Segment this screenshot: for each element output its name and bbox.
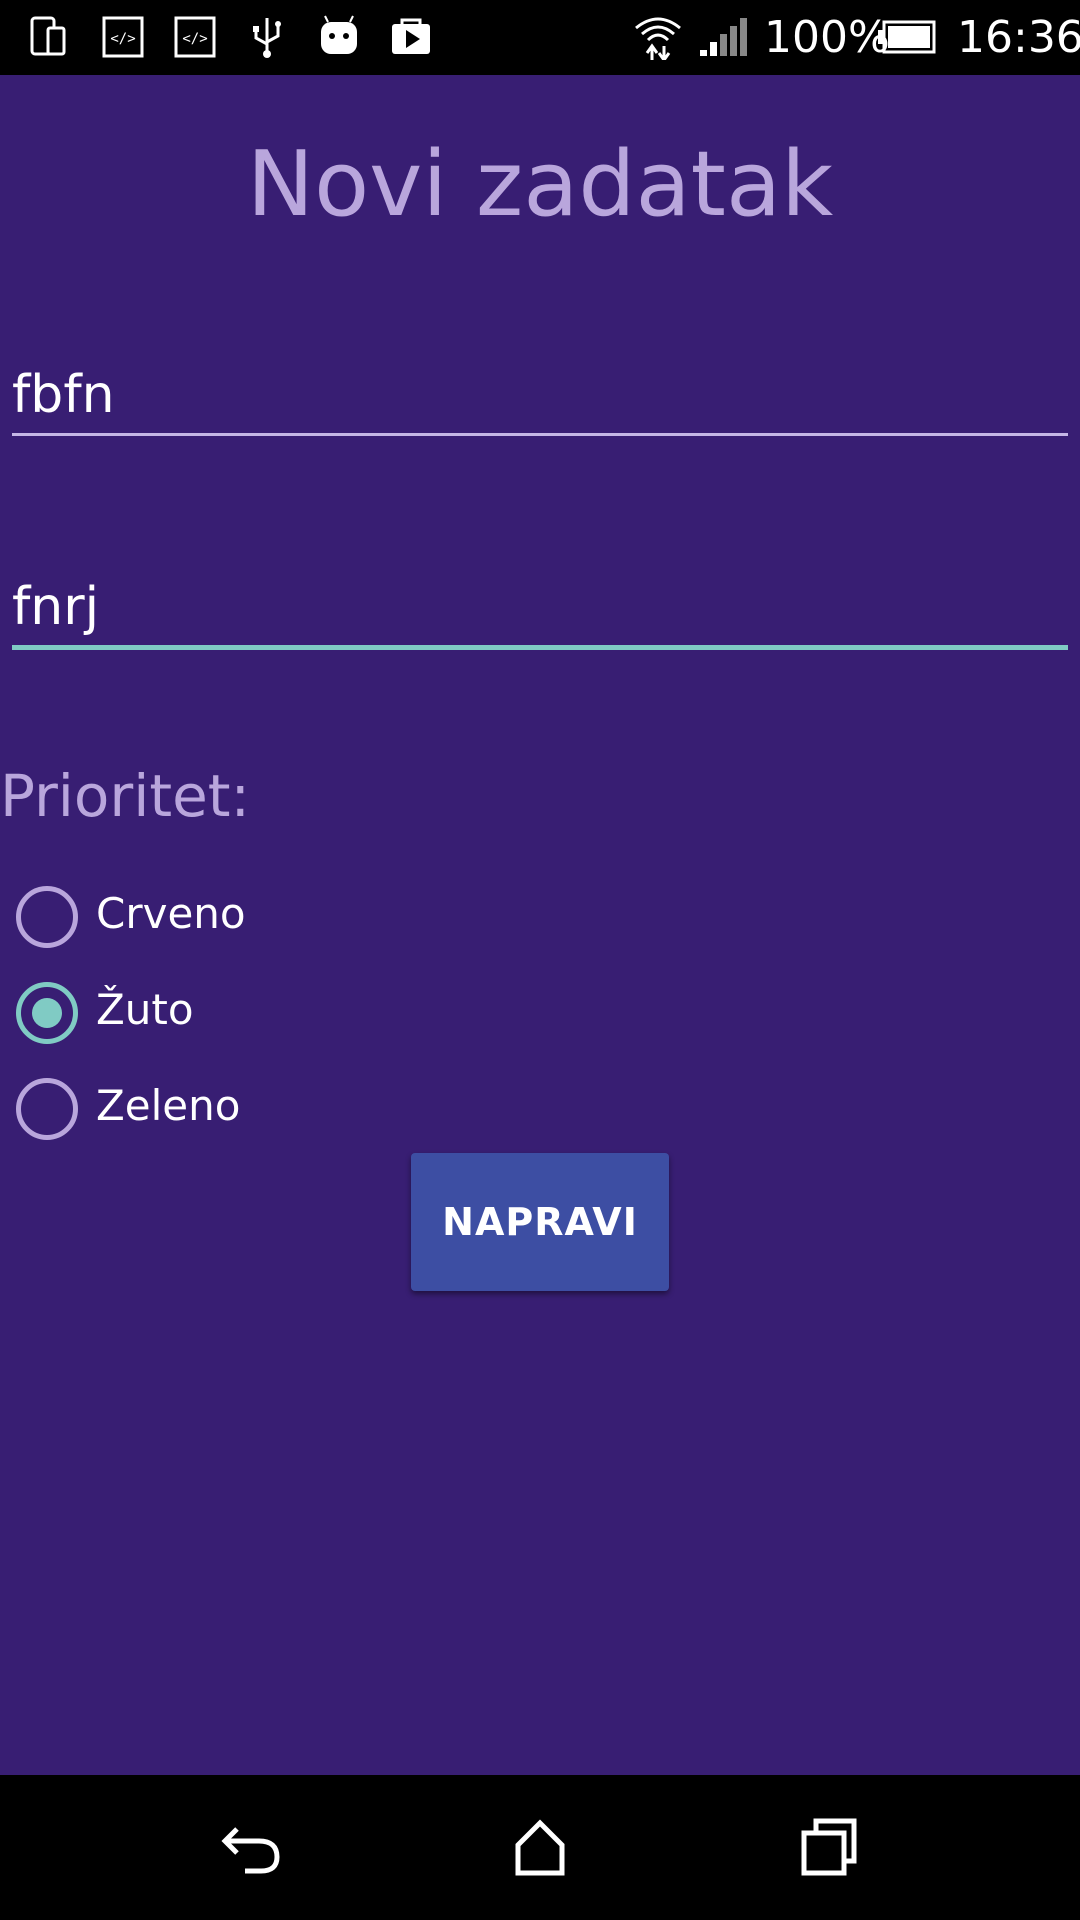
svg-text:</>: </> (110, 31, 135, 47)
code-icon: </> (174, 16, 216, 58)
play-store-icon (392, 18, 430, 54)
radio-unchecked-icon[interactable] (16, 1078, 78, 1140)
wifi-icon (635, 17, 681, 60)
recents-icon[interactable] (792, 1811, 864, 1883)
usb-icon (253, 18, 281, 58)
priority-option-red[interactable]: Crveno (16, 881, 516, 951)
battery-icon (878, 20, 936, 54)
task-name-input-value[interactable]: fbfn (12, 360, 115, 430)
navigation-bar (0, 1775, 1080, 1920)
priority-option-green[interactable]: Zeleno (16, 1073, 516, 1143)
home-icon[interactable] (504, 1811, 576, 1883)
priority-option-label[interactable]: Crveno (96, 885, 246, 943)
svg-text:</>: </> (182, 31, 207, 47)
code-icon: </> (102, 16, 144, 58)
screen: </> </> 100% 16:36 Novi zadatak fbfn fnr… (0, 0, 1080, 1920)
back-icon[interactable] (217, 1811, 289, 1883)
radio-unchecked-icon[interactable] (16, 886, 78, 948)
task-description-field[interactable]: fnrj (12, 572, 1068, 652)
android-icon (321, 15, 357, 54)
task-name-underline (12, 433, 1068, 436)
radio-checked-icon[interactable] (16, 982, 78, 1044)
task-description-input-value[interactable]: fnrj (12, 572, 99, 642)
signal-icon (700, 18, 747, 56)
new-task-screen: Novi zadatak fbfn fnrj Prioritet: Crveno… (0, 75, 1080, 1775)
priority-option-label[interactable]: Zeleno (96, 1077, 240, 1135)
battery-percent: 100% (764, 12, 890, 63)
status-bar: </> </> 100% 16:36 (0, 0, 1080, 75)
page-title: Novi zadatak (246, 132, 834, 237)
task-name-field[interactable]: fbfn (12, 360, 1068, 440)
task-description-underline (12, 645, 1068, 650)
priority-option-yellow[interactable]: Žuto (16, 977, 516, 1047)
create-button[interactable]: NAPRAVI (411, 1153, 669, 1291)
radio-dot (32, 998, 62, 1028)
phone-icon (30, 16, 66, 56)
priority-option-label[interactable]: Žuto (96, 981, 194, 1039)
priority-label: Prioritet: (0, 762, 251, 830)
clock: 16:36 (957, 12, 1080, 63)
